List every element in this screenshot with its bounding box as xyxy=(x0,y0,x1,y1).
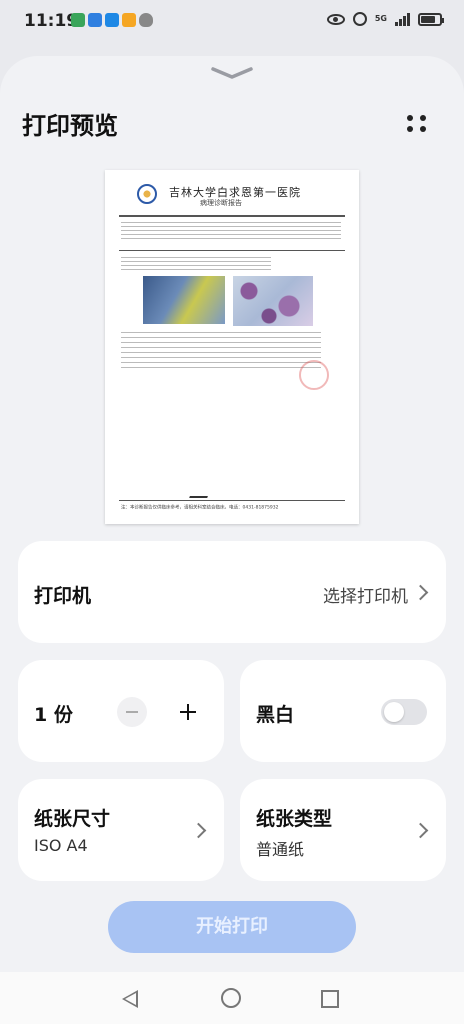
microscope-photo xyxy=(233,276,313,326)
start-print-button[interactable]: 开始打印 xyxy=(108,901,356,953)
preview-diagnosis-text xyxy=(121,328,321,368)
battery-icon xyxy=(418,12,444,26)
app-notification-icon xyxy=(71,13,85,27)
copies-label: 1 份 xyxy=(34,704,73,726)
status-bar: 11:19 5G xyxy=(0,0,464,44)
printer-value: 选择打印机 xyxy=(323,587,408,607)
copies-card: 1 份 xyxy=(18,660,224,762)
status-time: 11:19 xyxy=(24,11,79,31)
preview-footer-note: 注：本诊断报告仅供临床参考，请相关科室结合临床。电话：0431-81875932 xyxy=(121,504,279,511)
chevron-right-icon xyxy=(190,822,207,839)
increase-copies-button[interactable] xyxy=(173,697,203,727)
network-type-label: 5G xyxy=(374,14,387,23)
paper-type-card[interactable]: 纸张类型 普通纸 xyxy=(240,779,446,881)
chat-notification-icon xyxy=(105,13,119,27)
hospital-stamp xyxy=(299,360,329,390)
shield-icon xyxy=(139,13,153,27)
notification-icons xyxy=(71,13,153,27)
color-mode-card: 黑白 xyxy=(240,660,446,762)
preview-divider-2 xyxy=(119,250,345,251)
document-preview[interactable]: 吉林大学白求恩第一医院 病理诊断报告 注：本诊断报告仅供临床参考，请相关科室结合… xyxy=(105,170,359,524)
decrease-copies-button[interactable] xyxy=(117,697,147,727)
black-white-toggle[interactable] xyxy=(381,699,427,725)
signal-icon xyxy=(395,12,410,26)
printer-label: 打印机 xyxy=(34,585,92,607)
paper-type-value: 普通纸 xyxy=(256,840,305,859)
recent-apps-icon[interactable] xyxy=(321,990,339,1008)
chevron-down-icon[interactable] xyxy=(210,66,254,80)
preview-divider-3 xyxy=(119,500,345,501)
paper-type-label: 纸张类型 xyxy=(256,808,333,830)
preview-divider xyxy=(119,215,345,217)
more-options-icon[interactable] xyxy=(404,112,430,134)
browser-notification-icon xyxy=(88,13,102,27)
color-mode-label: 黑白 xyxy=(256,704,295,726)
preview-report-title: 病理诊断报告 xyxy=(200,199,242,207)
chevron-right-icon xyxy=(412,822,429,839)
paper-size-label: 纸张尺寸 xyxy=(34,808,111,830)
eye-icon xyxy=(326,13,345,25)
alarm-icon xyxy=(352,12,367,26)
printer-card[interactable]: 打印机 选择打印机 xyxy=(18,541,446,643)
doctor-signature xyxy=(189,488,211,498)
specimen-photo xyxy=(143,276,225,324)
app-notification-icon-2 xyxy=(122,13,136,27)
preview-patient-info xyxy=(121,219,341,239)
page-title: 打印预览 xyxy=(22,112,118,140)
paper-size-value: ISO A4 xyxy=(34,836,88,855)
paper-size-card[interactable]: 纸张尺寸 ISO A4 xyxy=(18,779,224,881)
home-icon[interactable] xyxy=(221,988,241,1008)
hospital-logo-icon xyxy=(137,184,157,204)
preview-body-text xyxy=(121,254,271,272)
back-icon[interactable] xyxy=(122,990,138,1008)
chevron-right-icon xyxy=(412,584,429,601)
